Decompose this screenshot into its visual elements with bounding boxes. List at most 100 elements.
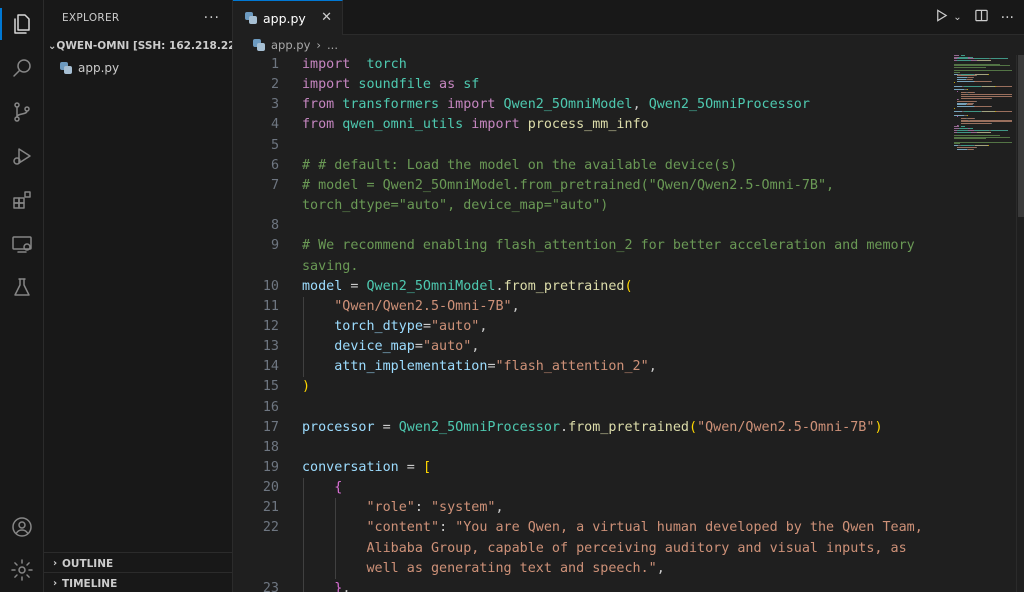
code-text: well as generating text and speech.", xyxy=(302,559,665,579)
code-line[interactable]: 18 xyxy=(233,438,948,458)
workspace-folder[interactable]: ⌄ QWEN-OMNI [SSH: 162.218.22... xyxy=(44,35,232,57)
code-line[interactable]: 6 # # default: Load the model on the avai… xyxy=(233,156,948,176)
split-editor-icon[interactable] xyxy=(974,8,989,27)
code-token: , xyxy=(495,500,504,516)
line-number: 20 xyxy=(262,480,279,496)
minimap-stroke xyxy=(991,123,993,124)
code-line[interactable]: well as generating text and speech.", xyxy=(233,559,948,579)
code-line[interactable]: 11 "Qwen/Qwen2.5-Omni-7B", xyxy=(233,297,948,317)
timeline-section[interactable]: › TIMELINE xyxy=(44,572,233,592)
code-text: torch_dtype="auto", device_map="auto") xyxy=(302,196,608,216)
minimap-stroke xyxy=(995,85,1012,87)
code-token: = xyxy=(422,318,431,334)
code-text: conversation = [ xyxy=(302,458,431,478)
code-token: # # default: Load the model on the avail… xyxy=(302,157,738,173)
minimap-stroke xyxy=(976,146,978,148)
minimap-stroke xyxy=(990,129,1008,131)
minimap-stroke xyxy=(976,60,991,62)
line-number: 17 xyxy=(262,419,279,435)
code-line[interactable]: 14 attn_implementation="flash_attention_… xyxy=(233,357,948,377)
minimap-stroke xyxy=(995,111,1012,113)
code-text: Alibaba Group, capable of perceiving aud… xyxy=(302,539,907,559)
minimap[interactable] xyxy=(948,55,1018,592)
breadcrumb-file[interactable]: app.py xyxy=(271,38,310,52)
code-token: "auto" xyxy=(422,339,472,355)
minimap-stroke xyxy=(982,85,995,87)
code-token: soundfile xyxy=(350,77,431,93)
more-actions-icon[interactable]: ··· xyxy=(1001,10,1014,26)
code-token: "system" xyxy=(431,500,496,516)
code-editor[interactable]: 1 import torch 2 import soundfile as sf 3 fro… xyxy=(233,55,948,592)
code-line[interactable]: 3 from transformers import Qwen2_5OmniMod… xyxy=(233,95,948,115)
close-icon[interactable]: ✕ xyxy=(321,10,332,25)
chevron-down-icon[interactable]: ⌄ xyxy=(953,12,961,23)
code-token: processor xyxy=(302,419,375,435)
minimap-stroke xyxy=(954,114,965,116)
code-line[interactable]: 8 xyxy=(233,216,948,236)
code-line[interactable]: 2 import soundfile as sf xyxy=(233,75,948,95)
code-line[interactable]: 23 }, xyxy=(233,579,948,592)
code-line[interactable]: 9 # We recommend enabling flash_attention… xyxy=(233,236,948,256)
outline-section[interactable]: › OUTLINE xyxy=(44,552,233,574)
code-text: # # default: Load the model on the avail… xyxy=(302,156,737,176)
minimap-stroke xyxy=(954,107,955,109)
more-actions-icon[interactable]: ··· xyxy=(204,10,220,26)
remote-explorer-icon[interactable] xyxy=(0,224,44,264)
code-token: ) xyxy=(302,379,311,395)
code-token: attn_implementation xyxy=(334,359,488,375)
code-line[interactable]: 10 model = Qwen2_5OmniModel.from_pretrain… xyxy=(233,277,948,297)
run-debug-icon[interactable] xyxy=(0,136,44,176)
code-token: from_pretrained xyxy=(503,278,625,294)
code-line[interactable]: 12 torch_dtype="auto", xyxy=(233,317,948,337)
file-item-app-py[interactable]: app.py xyxy=(44,57,232,79)
code-line[interactable]: torch_dtype="auto", device_map="auto") xyxy=(233,196,948,216)
code-line[interactable]: 13 device_map="auto", xyxy=(233,337,948,357)
code-token: Qwen2_5OmniModel xyxy=(366,278,496,294)
search-icon[interactable] xyxy=(0,48,44,88)
activity-bar xyxy=(0,0,44,592)
code-line[interactable]: 19 conversation = [ xyxy=(233,458,948,478)
breadcrumb-more[interactable]: ... xyxy=(327,38,338,52)
code-line[interactable]: Alibaba Group, capable of perceiving aud… xyxy=(233,539,948,559)
code-token: , xyxy=(511,298,520,314)
code-line[interactable]: 20 { xyxy=(233,478,948,498)
code-line[interactable]: 15) xyxy=(233,377,948,397)
code-text: device_map="auto", xyxy=(302,337,479,357)
python-file-icon xyxy=(245,12,257,24)
code-line[interactable]: 5 xyxy=(233,136,948,156)
code-line[interactable]: 22 "content": "You are Qwen, a virtual h… xyxy=(233,518,948,538)
code-line[interactable]: 17 processor = Qwen2_5OmniProcessor.from_… xyxy=(233,418,948,438)
code-line[interactable]: 16 xyxy=(233,398,948,418)
code-token: torch_dtype xyxy=(334,318,423,334)
code-token: "content" xyxy=(366,520,440,536)
code-token: Qwen2_5OmniProcessor xyxy=(648,97,810,113)
code-line[interactable]: 7 # model = Qwen2_5OmniModel.from_pretrai… xyxy=(233,176,948,196)
scrollbar-thumb[interactable] xyxy=(1018,55,1024,217)
timeline-label: TIMELINE xyxy=(62,577,118,590)
code-line[interactable]: 1 import torch xyxy=(233,55,948,75)
code-token: "flash_attention_2" xyxy=(495,359,649,375)
account-icon[interactable] xyxy=(0,507,44,547)
source-control-icon[interactable] xyxy=(0,92,44,132)
code-token: import xyxy=(463,117,520,133)
minimap-stroke xyxy=(990,58,1008,60)
extensions-icon[interactable] xyxy=(0,180,44,220)
editor-scrollbar[interactable] xyxy=(1016,55,1024,592)
testing-icon[interactable] xyxy=(0,268,44,308)
line-number: 8 xyxy=(270,218,279,234)
code-line[interactable]: saving. xyxy=(233,257,948,277)
minimap-stroke xyxy=(975,145,988,147)
run-icon[interactable] xyxy=(934,8,949,27)
code-text: ) xyxy=(302,377,310,397)
minimap-stroke xyxy=(990,80,992,82)
code-line[interactable]: 21 "role": "system", xyxy=(233,498,948,518)
settings-gear-icon[interactable] xyxy=(0,550,44,590)
explorer-header: EXPLORER ··· xyxy=(44,0,232,35)
tab-app-py[interactable]: app.py ✕ xyxy=(233,0,343,35)
explorer-sidebar: EXPLORER ··· ⌄ QWEN-OMNI [SSH: 162.218.2… xyxy=(44,0,233,592)
explorer-icon[interactable] xyxy=(0,4,44,44)
code-token: from xyxy=(302,97,335,113)
code-line[interactable]: 4 from qwen_omni_utils import process_mm_… xyxy=(233,115,948,135)
line-number: 16 xyxy=(262,399,279,415)
